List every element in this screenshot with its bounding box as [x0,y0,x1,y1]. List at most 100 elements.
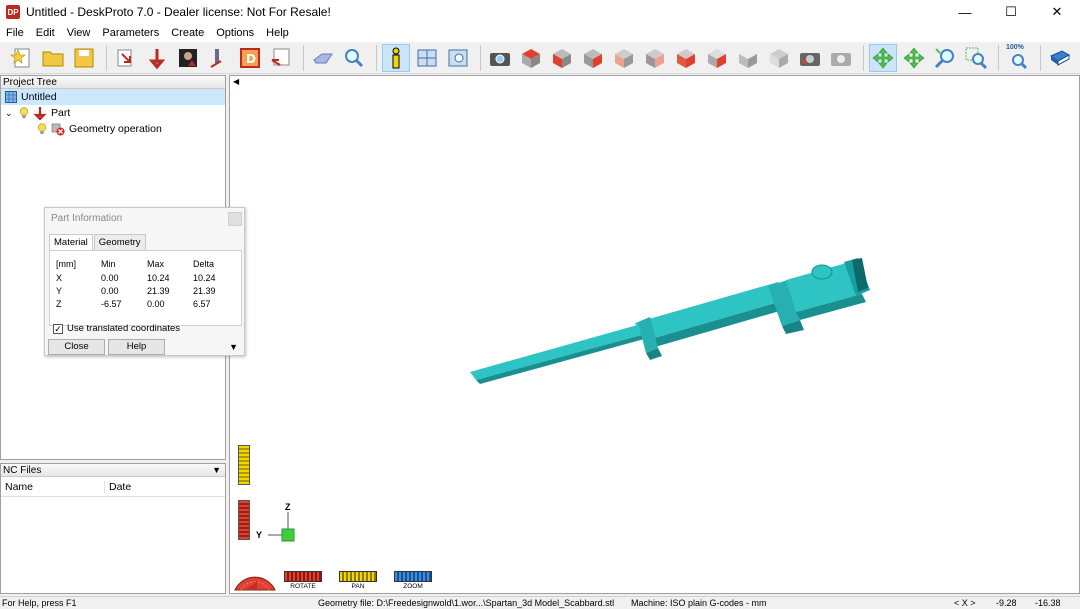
collapse-chevron-icon[interactable]: ⌄ [5,108,19,119]
menu-parameters[interactable]: Parameters [96,24,165,42]
next-view-button[interactable] [827,44,855,72]
view-iso-button[interactable] [517,44,545,72]
view-top-button[interactable] [672,44,700,72]
menu-help[interactable]: Help [260,24,295,42]
open-button[interactable] [39,44,67,72]
panel-collapse-arrow-icon[interactable]: ◀ [233,77,239,86]
zoom-magnifier-icon [934,47,954,68]
new-project-button[interactable] [8,44,36,72]
help-button[interactable]: Help [108,339,165,355]
checkbox-label: Use translated coordinates [67,323,181,334]
drawing-d-icon: D [240,47,260,68]
camera-back-icon [800,52,820,66]
zoom-100-button[interactable]: 100% [1004,44,1032,72]
toolbar-separator [106,44,107,71]
export-button[interactable] [267,44,295,72]
header-delta: Delta [193,259,215,269]
zoom-window-button[interactable] [962,44,990,72]
cube-red-left-icon [646,48,664,68]
view-back-button[interactable] [610,44,638,72]
expand-down-arrow-icon[interactable]: ▼ [229,342,238,352]
camera-icon [490,52,510,66]
menu-file[interactable]: File [0,24,30,42]
max-cell: 0.00 [147,299,165,309]
status-x-value: -9.28 [996,598,1017,608]
status-axis: < X > [954,598,976,608]
save-disk-icon [74,48,94,67]
zoom-slider-yellow[interactable] [238,445,250,485]
preview-button[interactable] [444,44,472,72]
table-header-row: [mm] Min Max Delta [56,259,233,272]
import-geometry-button[interactable] [112,44,140,72]
inspect-button[interactable] [340,44,368,72]
part-wizard-button[interactable] [143,44,171,72]
delta-cell: 6.57 [193,299,211,309]
pan-arrows-icon [903,47,925,68]
translated-coordinates-checkbox[interactable]: ✓ Use translated coordinates [53,323,180,334]
screenshot-button[interactable] [486,44,514,72]
simulation-button[interactable] [309,44,337,72]
manual-button[interactable] [1046,44,1074,72]
close-button[interactable]: Close [48,339,105,355]
part-model[interactable] [230,76,1079,593]
vector-button[interactable] [205,44,233,72]
menu-create[interactable]: Create [165,24,210,42]
pan-control[interactable] [339,571,377,582]
tab-material[interactable]: Material [49,234,93,251]
drawing-button[interactable]: D [236,44,264,72]
model-cap [811,264,833,280]
column-header-date[interactable]: Date [105,481,131,493]
rotate-control[interactable] [284,571,322,582]
view-front-button[interactable] [548,44,576,72]
menu-edit[interactable]: Edit [30,24,61,42]
min-cell: -6.57 [101,299,122,309]
3d-viewport[interactable]: Z Y [229,75,1080,594]
tree-item-project[interactable]: Untitled [1,89,225,105]
dialog-close-box[interactable] [228,212,242,226]
view-left-button[interactable] [641,44,669,72]
cube-red-top-icon [522,48,540,68]
nc-files-columns: Name Date [1,477,225,497]
rotate-dial[interactable] [231,550,279,592]
dropdown-arrow-icon[interactable]: ▼ [212,464,221,477]
cube-gray-flat-icon [770,48,788,68]
table-row: Y 0.00 21.39 21.39 [56,286,233,299]
rotate-arrows-icon [872,47,894,68]
menu-view[interactable]: View [61,24,97,42]
view-bottom-button[interactable] [703,44,731,72]
toolbar-separator [303,44,304,71]
simulation-eraser-icon [313,53,333,63]
menu-options[interactable]: Options [210,24,260,42]
tab-geometry[interactable]: Geometry [93,234,146,250]
project-tree-header: Project Tree [1,76,225,89]
view-gray-2-button[interactable] [765,44,793,72]
minimize-button[interactable]: — [942,0,988,24]
view-right-button[interactable] [579,44,607,72]
cube-red-right-icon [584,48,602,68]
help-book-icon [1050,49,1071,66]
pan-mode-button[interactable] [900,44,928,72]
tree-item-geometry-operation[interactable]: Geometry operation [1,121,225,137]
zoom-control[interactable] [394,571,432,582]
rotate-slider-red[interactable] [238,500,250,540]
lightbulb-icon[interactable] [37,123,47,135]
checkbox-box[interactable]: ✓ [53,323,63,334]
part-info-button[interactable] [382,43,410,72]
zoom-in-button[interactable] [931,44,959,72]
column-header-name[interactable]: Name [1,480,105,493]
rotate-mode-button[interactable] [869,43,897,72]
part-icon [33,107,47,120]
z-axis-label: Z [285,502,291,512]
previous-view-button[interactable] [796,44,824,72]
layout-button[interactable] [413,44,441,72]
maximize-button[interactable]: ☐ [988,0,1034,24]
save-button[interactable] [70,44,98,72]
nc-files-header[interactable]: NC Files ▼ [1,464,225,477]
relief-button[interactable] [174,44,202,72]
model-blade [470,324,645,380]
view-gray-button[interactable] [734,44,762,72]
tree-item-part[interactable]: ⌄ Part [1,105,225,121]
close-window-button[interactable]: ✕ [1034,0,1080,24]
lightbulb-icon[interactable] [19,107,29,119]
rotate-label: ROTATE [290,583,316,590]
